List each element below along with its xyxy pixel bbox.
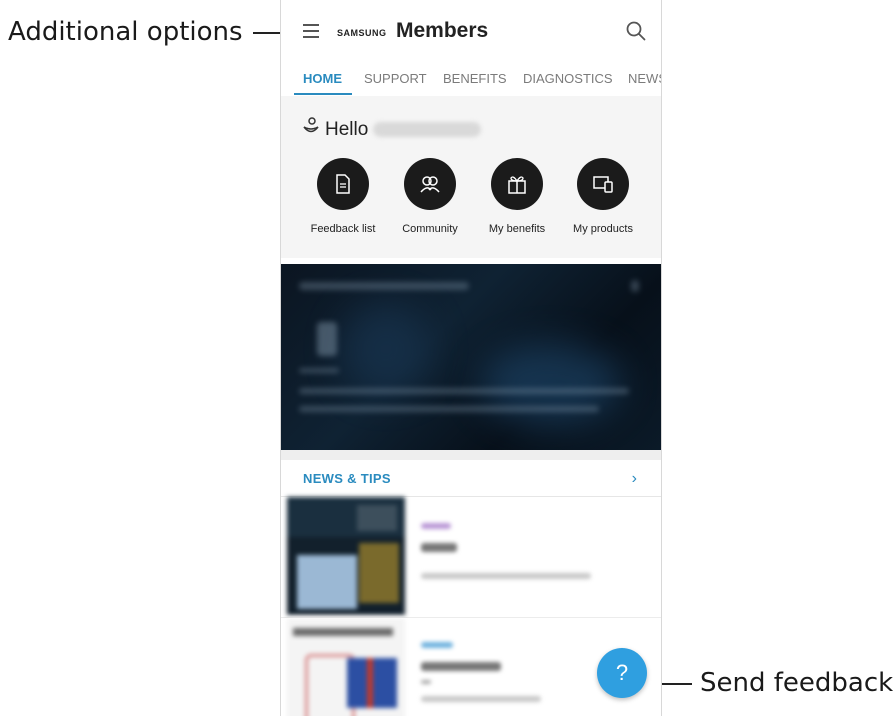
people-icon [420,176,440,193]
news-tips-header[interactable]: NEWS & TIPS › [281,460,661,497]
brand-members: Members [396,19,489,42]
tab-home[interactable]: HOME [303,71,342,86]
phone-screen: SAMSUNG Members HOME SUPPORT BENEFITS DI… [280,0,662,716]
tab-support[interactable]: SUPPORT [364,71,427,86]
section-divider [281,450,661,460]
brand-samsung: SAMSUNG [337,28,387,38]
tab-bar: HOME SUPPORT BENEFITS DIAGNOSTICS NEWS [281,64,661,97]
shortcut-my-benefits[interactable]: My benefits [467,158,567,238]
document-icon [336,174,350,194]
shortcut-my-products[interactable]: My products [553,158,653,238]
chevron-right-icon[interactable]: › [632,470,637,488]
shortcut-label: My benefits [488,223,546,235]
tab-benefits[interactable]: BENEFITS [443,71,507,86]
news-tips-title: NEWS & TIPS [303,471,391,486]
send-feedback-button[interactable]: ? [597,648,647,698]
callout-additional-options: Additional options [8,17,243,47]
active-tab-indicator [294,93,352,95]
callout-send-feedback: Send feedback. [700,668,893,698]
tab-diagnostics[interactable]: DIAGNOSTICS [523,71,613,86]
news-thumbnail [287,497,405,615]
search-icon[interactable] [625,20,647,42]
hello-text: Hello [325,119,369,140]
greeting-section: Hello Feedback list Community My benefit… [281,96,661,258]
shortcut-community[interactable]: Community [380,158,480,238]
news-thumbnail [287,618,405,716]
app-bar: SAMSUNG Members [281,0,661,64]
shortcut-label: Community [402,223,458,235]
shortcut-feedback-list[interactable]: Feedback list [293,158,393,238]
menu-icon[interactable] [303,24,319,38]
news-item[interactable] [281,497,661,618]
promo-banner[interactable] [281,264,661,450]
devices-icon [593,176,613,193]
user-name-blurred [373,122,481,137]
hello-icon [303,117,319,133]
gift-icon [508,176,526,194]
tab-news[interactable]: NEWS [628,71,661,86]
shortcut-label: My products [573,223,633,235]
shortcut-label: Feedback list [310,223,376,235]
